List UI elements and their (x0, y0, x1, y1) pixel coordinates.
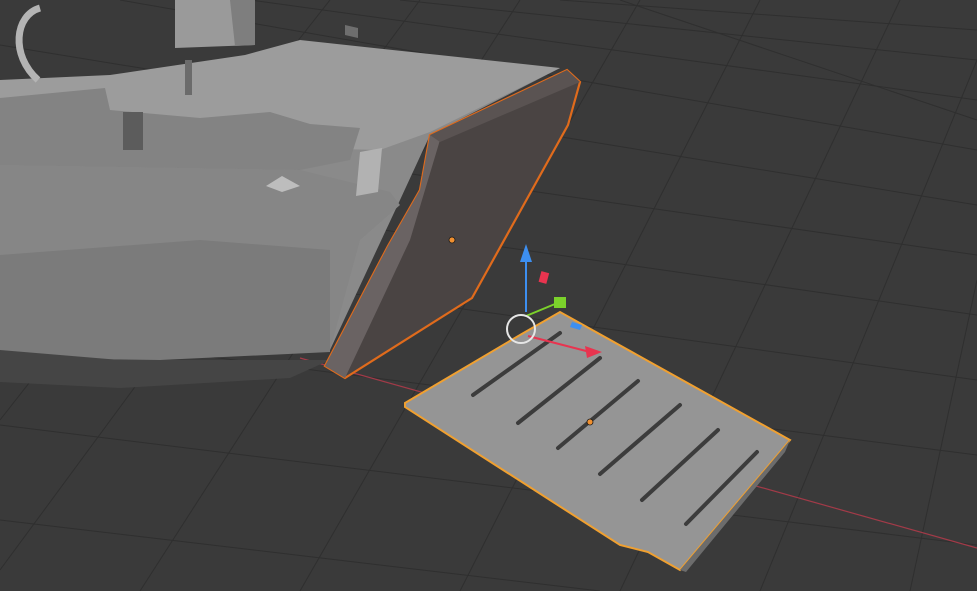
panel-origin-point (448, 236, 456, 244)
hull-lower-shade (0, 240, 330, 360)
viewport-scene[interactable] (0, 0, 977, 591)
hull-post (185, 60, 192, 95)
hull-vent (356, 148, 382, 196)
hull-bitt (123, 112, 143, 150)
y-axis-arrow-head[interactable] (554, 297, 566, 308)
deck-origin-point (586, 418, 594, 426)
3d-viewport[interactable] (0, 0, 977, 591)
